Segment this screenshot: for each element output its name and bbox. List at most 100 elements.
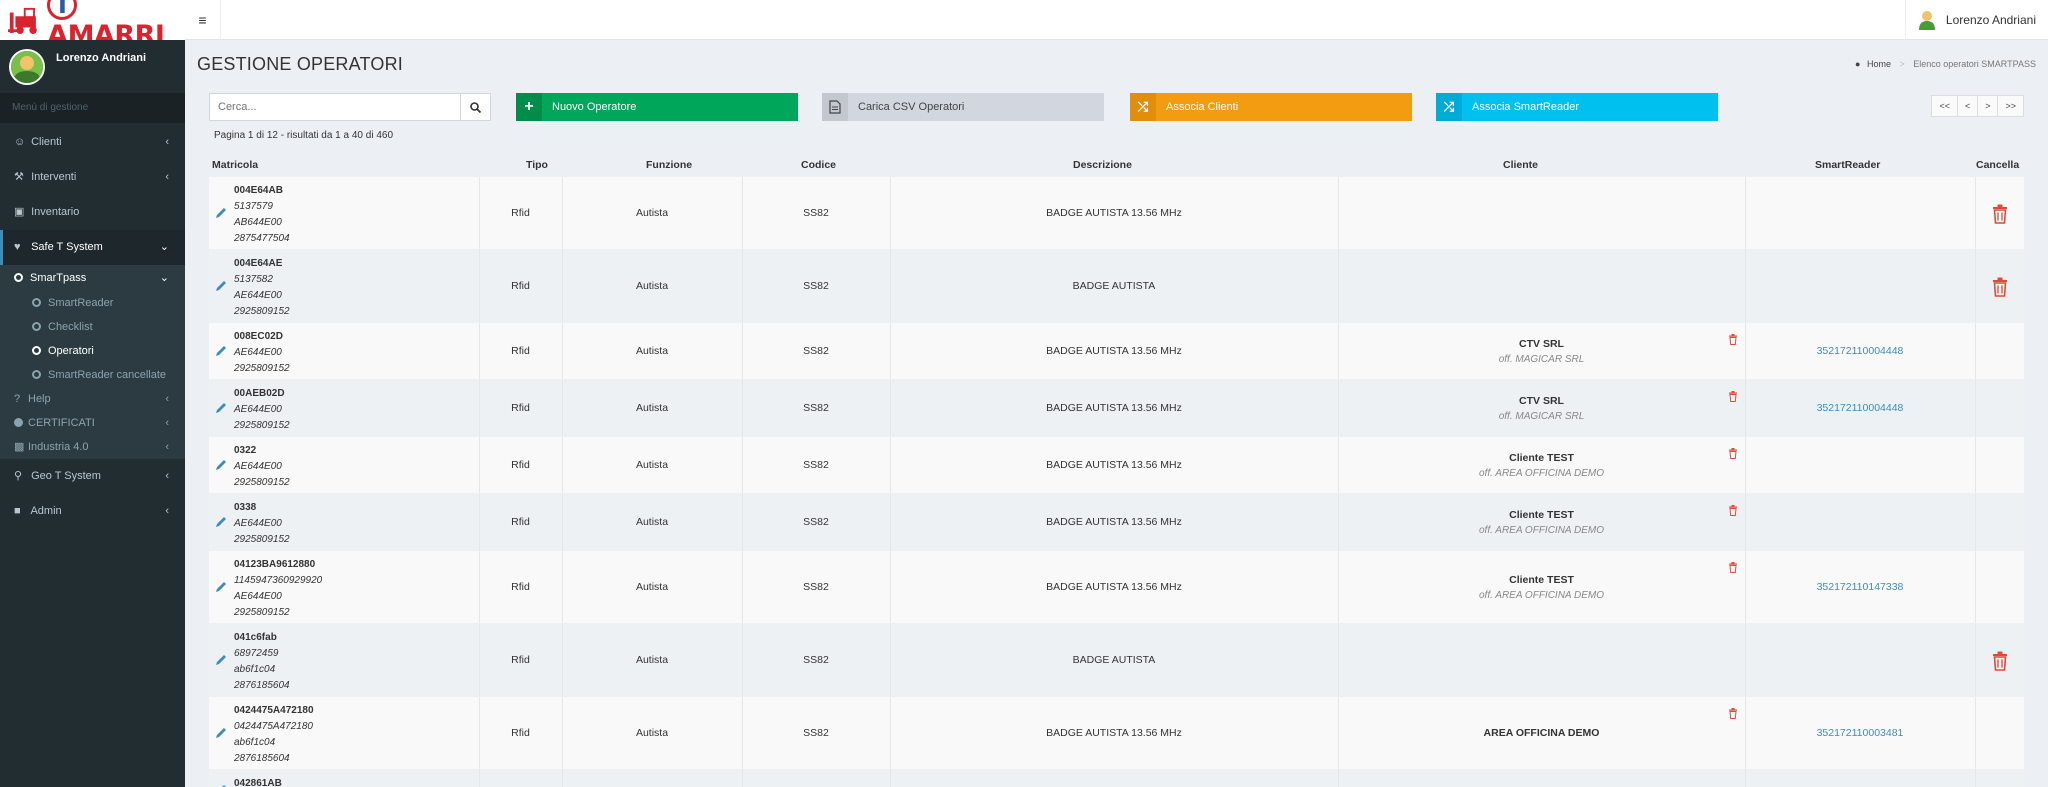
delete-trash-icon[interactable]: [1992, 277, 2008, 297]
edit-pencil-icon[interactable]: [214, 279, 228, 293]
header-cancella[interactable]: Cancella: [1976, 159, 2019, 171]
cliente-office: off. AREA OFFICINA DEMO: [1478, 467, 1604, 479]
edit-pencil-icon[interactable]: [214, 401, 228, 415]
plus-icon: +: [516, 93, 542, 121]
tipo-cell: Rfid: [511, 727, 530, 739]
matricola-lines: 041c6fab 68972459 ab6f1c04 2876185604: [234, 630, 290, 694]
sidebar-item-geo-t-system[interactable]: ⚲ Geo T System ‹: [0, 459, 185, 494]
dashboard-icon: ●: [1855, 59, 1861, 69]
sidebar-item-help[interactable]: ? Help ‹: [0, 387, 185, 411]
page-first-button[interactable]: <<: [1931, 95, 1958, 117]
sidebar-item-interventi[interactable]: ⚒ Interventi ‹: [0, 160, 185, 195]
matricola-cell: 00AEB02D AE644E00 2925809152: [209, 380, 479, 436]
remove-client-trash-icon[interactable]: [1728, 505, 1738, 516]
circle-icon: [32, 298, 41, 307]
descrizione-cell: BADGE AUTISTA 13.56 MHz: [1046, 402, 1182, 414]
header-codice[interactable]: Codice: [801, 159, 836, 171]
sidebar-item-label: SmarTpass: [30, 272, 87, 284]
funzione-cell: Autista: [635, 516, 669, 528]
search-button[interactable]: [461, 93, 491, 121]
remove-client-trash-icon[interactable]: [1728, 708, 1738, 719]
descrizione-cell: BADGE AUTISTA: [1072, 280, 1156, 292]
header-matricola[interactable]: Matricola: [212, 159, 258, 171]
cliente-cell: [1338, 250, 1745, 322]
header-descrizione[interactable]: Descrizione: [1073, 159, 1132, 171]
remove-client-trash-icon[interactable]: [1728, 334, 1738, 345]
matricola-cell: 041c6fab 68972459 ab6f1c04 2876185604: [209, 624, 479, 696]
chevron-left-icon: ‹: [165, 505, 169, 517]
user-panel: Lorenzo Andriani: [0, 40, 185, 90]
sidebar-item-safe-t-system[interactable]: ♥ Safe T System ⌄: [0, 230, 185, 265]
matricola-detail: AE644E00: [234, 347, 282, 358]
remove-client-trash-icon[interactable]: [1728, 391, 1738, 402]
logo[interactable]: TAMARRI: [0, 0, 185, 51]
sidebar-item-smartreader-cancellate[interactable]: SmartReader cancellate: [0, 363, 185, 387]
edit-pencil-icon[interactable]: [214, 580, 228, 594]
breadcrumb-home[interactable]: Home: [1867, 59, 1891, 69]
matricola-cell: 008EC02D AE644E00 2925809152: [209, 323, 479, 379]
funzione-cell: Autista: [635, 654, 669, 666]
sidebar-item-smartreader[interactable]: SmartReader: [0, 291, 185, 315]
remove-client-trash-icon[interactable]: [1728, 448, 1738, 459]
matricola-value: 0322: [234, 445, 257, 456]
matricola-lines: 0338 AE644E00 2925809152: [234, 500, 290, 548]
breadcrumb-separator: >: [1899, 59, 1905, 69]
edit-pencil-icon[interactable]: [214, 783, 228, 787]
edit-pencil-icon[interactable]: [214, 458, 228, 472]
smartreader-link[interactable]: 352172110004448: [1745, 380, 1975, 436]
assign-smartreader-button[interactable]: ⤮ Associa SmartReader: [1436, 93, 1718, 121]
smartreader-link[interactable]: 352172110004448: [1745, 323, 1975, 379]
matricola-value: 00AEB02D: [234, 388, 285, 399]
matricola-detail: AE644E00: [234, 290, 282, 301]
chevron-left-icon: ‹: [165, 393, 169, 405]
menu-icon: ≡: [198, 12, 207, 28]
header-tipo[interactable]: Tipo: [526, 159, 548, 171]
sidebar-item-operatori[interactable]: Operatori: [0, 339, 185, 363]
header-funzione[interactable]: Funzione: [646, 159, 692, 171]
sidebar-item-admin[interactable]: ■ Admin ‹: [0, 494, 185, 529]
page-last-button[interactable]: >>: [1997, 95, 2024, 117]
edit-pencil-icon[interactable]: [214, 653, 228, 667]
sidebar-item-checklist[interactable]: Checklist: [0, 315, 185, 339]
sidebar-item-industria[interactable]: ▩ Industria 4.0 ‹: [0, 435, 185, 459]
edit-pencil-icon[interactable]: [214, 726, 228, 740]
edit-pencil-icon[interactable]: [214, 344, 228, 358]
smartreader-link: [1745, 494, 1975, 550]
delete-trash-icon[interactable]: [1992, 651, 2008, 671]
delete-trash-icon[interactable]: [1992, 204, 2008, 224]
circle-icon: [32, 322, 41, 331]
cubes-icon: ▣: [14, 206, 25, 218]
edit-pencil-icon[interactable]: [214, 515, 228, 529]
new-operator-button[interactable]: + Nuovo Operatore: [516, 93, 798, 121]
smartreader-link[interactable]: 352172110147338: [1745, 551, 1975, 623]
remove-client-trash-icon[interactable]: [1728, 562, 1738, 573]
user-menu[interactable]: Lorenzo Andriani: [1904, 0, 2048, 40]
page-next-button[interactable]: >: [1977, 95, 1999, 117]
header-smartreader[interactable]: SmartReader: [1815, 159, 1880, 171]
tipo-cell: Rfid: [511, 581, 530, 593]
sidebar-toggle-button[interactable]: ≡: [185, 0, 221, 40]
header-cliente[interactable]: Cliente: [1503, 159, 1538, 171]
edit-pencil-icon[interactable]: [214, 206, 228, 220]
tipo-cell: Rfid: [511, 459, 530, 471]
matricola-detail: AE644E00: [234, 591, 282, 602]
codice-cell: SS82: [803, 727, 829, 739]
matricola-detail: 2875477504: [234, 233, 290, 244]
smartreader-link[interactable]: 352172110003481: [1745, 697, 1975, 769]
upload-csv-button[interactable]: Carica CSV Operatori: [822, 93, 1104, 121]
search-input[interactable]: [209, 93, 461, 121]
page-prev-button[interactable]: <: [1956, 95, 1979, 117]
matricola-detail: 1145947360929920: [234, 575, 323, 586]
cliente-cell: CTV SRL off. MAGICAR SRL: [1338, 323, 1745, 379]
sidebar-item-clienti[interactable]: ☺ Clienti ‹: [0, 125, 185, 160]
sidebar-item-certificati[interactable]: CERTIFICATI ‹: [0, 411, 185, 435]
smartreader-link: [1745, 177, 1975, 249]
user-name: Lorenzo Andriani: [1945, 13, 2036, 27]
column-divider: [1975, 177, 1976, 249]
sidebar-item-smartpass[interactable]: SmarTpass ⌄: [0, 265, 185, 291]
chevron-left-icon: ‹: [165, 417, 169, 429]
sidebar-item-inventario[interactable]: ▣ Inventario: [0, 195, 185, 230]
chevron-left-icon: ‹: [165, 470, 169, 482]
assign-clients-button[interactable]: ⤮ Associa Clienti: [1130, 93, 1412, 121]
codice-cell: SS82: [803, 345, 829, 357]
